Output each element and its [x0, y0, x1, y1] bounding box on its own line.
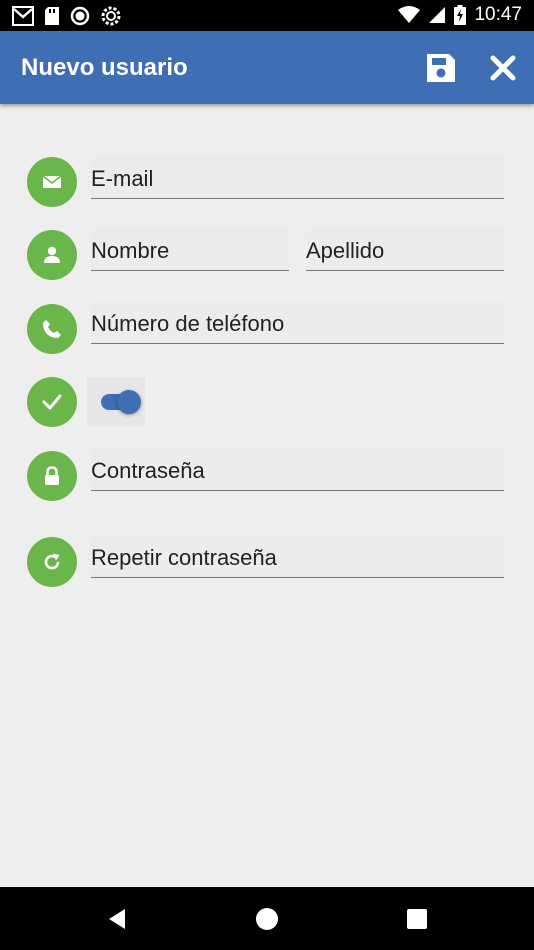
app-bar: Nuevo usuario	[0, 31, 534, 104]
email-row-icon	[27, 157, 77, 207]
active-toggle[interactable]	[87, 377, 145, 427]
phone-icon	[43, 320, 61, 338]
first-name-field[interactable]	[91, 227, 289, 271]
battery-charging-icon	[454, 5, 467, 25]
status-bar: 10:47	[0, 0, 534, 31]
name-row-icon	[27, 230, 77, 280]
repeat-password-field[interactable]	[91, 534, 504, 578]
navigation-bar	[0, 887, 534, 950]
back-button[interactable]	[105, 906, 131, 932]
home-icon	[256, 908, 278, 930]
lock-icon	[45, 466, 59, 485]
last-name-field[interactable]	[306, 227, 504, 271]
status-bar-right: 10:47	[398, 4, 522, 26]
email-input[interactable]	[91, 166, 504, 192]
phone-input[interactable]	[91, 311, 504, 337]
person-icon	[44, 246, 60, 263]
circle-icon	[70, 6, 90, 26]
settings-sync-icon	[101, 6, 121, 26]
phone-row-icon	[27, 304, 77, 354]
status-bar-left	[12, 5, 122, 27]
save-button[interactable]	[424, 51, 458, 85]
envelope-icon	[42, 175, 62, 188]
gmail-icon	[12, 6, 34, 26]
close-icon	[490, 55, 516, 81]
status-time: 10:47	[474, 4, 522, 25]
recents-icon	[407, 909, 427, 929]
close-button[interactable]	[486, 51, 520, 85]
save-icon	[427, 54, 455, 82]
repeat-password-row-icon	[27, 537, 77, 587]
password-input[interactable]	[91, 458, 504, 484]
password-field[interactable]	[91, 447, 504, 491]
wifi-icon	[398, 6, 421, 23]
sd-card-icon	[45, 7, 59, 25]
refresh-icon	[44, 553, 60, 570]
home-button[interactable]	[254, 906, 280, 932]
last-name-input[interactable]	[306, 238, 504, 264]
signal-icon	[429, 7, 446, 23]
email-field[interactable]	[91, 155, 504, 199]
repeat-password-input[interactable]	[91, 545, 504, 571]
active-row-icon	[27, 377, 77, 427]
checkmark-icon	[42, 394, 62, 410]
phone-field[interactable]	[91, 300, 504, 344]
recents-button[interactable]	[404, 906, 430, 932]
page-title: Nuevo usuario	[21, 54, 188, 81]
back-icon	[109, 909, 125, 929]
first-name-input[interactable]	[91, 238, 289, 264]
toggle-thumb[interactable]	[117, 390, 141, 414]
password-row-icon	[27, 451, 77, 501]
